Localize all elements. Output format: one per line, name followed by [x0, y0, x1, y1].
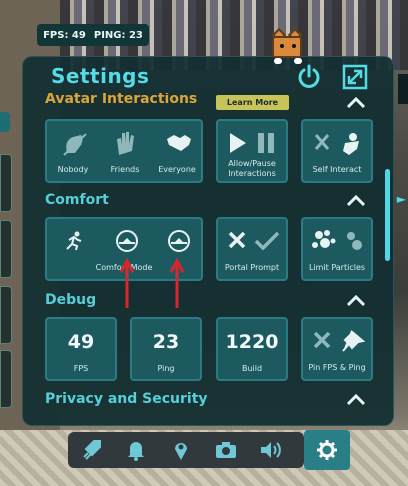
allow-pause-interactions-button[interactable]: Allow/Pause Interactions	[216, 119, 288, 183]
chevron-up-icon[interactable]	[345, 393, 367, 407]
settings-scroll-area[interactable]: Avatar Interactions Learn More Nobody Fr…	[23, 93, 393, 425]
comfort-vignette-icon	[116, 230, 138, 252]
chevron-up-icon[interactable]	[345, 96, 367, 110]
expand-icon[interactable]	[341, 63, 369, 91]
play-pause-icon	[230, 133, 274, 153]
annotation-arrow-icon	[170, 258, 184, 308]
portal-prompt-button[interactable]: Portal Prompt	[216, 217, 288, 281]
running-icon	[66, 231, 82, 251]
section-title-debug: Debug	[45, 292, 97, 308]
ping-label: Ping	[157, 364, 175, 373]
chevron-up-icon[interactable]	[345, 194, 367, 208]
side-thumbnail[interactable]	[0, 154, 12, 212]
cat-mascot-icon	[266, 27, 308, 66]
cursor-arrow-icon: ►	[396, 192, 406, 206]
avatar-interaction-selector[interactable]: Nobody Friends Everyone	[45, 119, 203, 183]
ping-stat-tile: 23 Ping	[130, 317, 202, 381]
limit-particles-button[interactable]: Limit Particles	[301, 217, 373, 281]
option-everyone[interactable]: Everyone	[151, 165, 203, 174]
bell-icon[interactable]	[113, 432, 158, 468]
chevron-up-icon[interactable]	[345, 294, 367, 308]
pin-label: Pin FPS & Ping	[308, 363, 366, 372]
high-five-icon	[117, 132, 134, 155]
fps-value: 49	[67, 331, 95, 353]
self-interact-icon	[314, 133, 359, 155]
portal-prompt-label: Portal Prompt	[224, 263, 280, 272]
no-hands-icon	[63, 133, 87, 156]
bottom-dock	[68, 432, 304, 468]
section-title-comfort: Comfort	[45, 192, 109, 208]
build-value: 1220	[225, 331, 279, 353]
hud-ping: PING: 23	[93, 29, 143, 41]
settings-panel: Settings Avatar Interactions Learn More	[22, 56, 394, 426]
side-thumbnail[interactable]	[0, 220, 12, 278]
pin-fps-ping-button[interactable]: Pin FPS & Ping	[301, 317, 373, 381]
speaker-icon[interactable]	[248, 432, 293, 468]
section-title-privacy: Privacy and Security	[45, 391, 208, 407]
rocket-icon[interactable]	[68, 432, 113, 468]
check-x-icon	[228, 231, 280, 251]
handshake-icon	[167, 135, 191, 151]
scrollbar-thumb[interactable]	[385, 169, 390, 261]
gear-icon[interactable]	[304, 430, 350, 470]
pin-icon	[313, 330, 366, 352]
fps-ping-hud: FPS: 49 PING: 23	[37, 24, 149, 46]
side-thumbnail[interactable]	[0, 350, 12, 408]
particles-icon	[312, 230, 362, 250]
option-nobody[interactable]: Nobody	[47, 165, 99, 174]
fps-label: FPS	[73, 364, 89, 373]
ping-value: 23	[152, 331, 180, 353]
camera-icon[interactable]	[203, 432, 248, 468]
self-interact-button[interactable]: Self Interact	[301, 119, 373, 183]
side-tab[interactable]	[0, 112, 10, 132]
panel-title: Settings	[51, 64, 150, 88]
section-title-avatar: Avatar Interactions	[45, 93, 198, 107]
allow-pause-label: Allow/Pause Interactions	[228, 159, 276, 178]
side-thumbnail[interactable]	[0, 286, 12, 344]
option-friends[interactable]: Friends	[99, 165, 151, 174]
right-edge-tab	[398, 74, 408, 104]
build-stat-tile: 1220 Build	[216, 317, 288, 381]
fps-stat-tile: 49 FPS	[45, 317, 117, 381]
limit-particles-label: Limit Particles	[308, 263, 366, 272]
annotation-arrow-icon	[120, 258, 134, 308]
power-icon[interactable]	[295, 63, 323, 91]
location-pin-icon[interactable]	[158, 432, 203, 468]
self-interact-label: Self Interact	[312, 165, 362, 174]
build-label: Build	[241, 364, 263, 373]
hud-fps: FPS: 49	[43, 29, 86, 41]
learn-more-button[interactable]: Learn More	[216, 95, 289, 110]
comfort-vignette-icon	[168, 230, 190, 252]
